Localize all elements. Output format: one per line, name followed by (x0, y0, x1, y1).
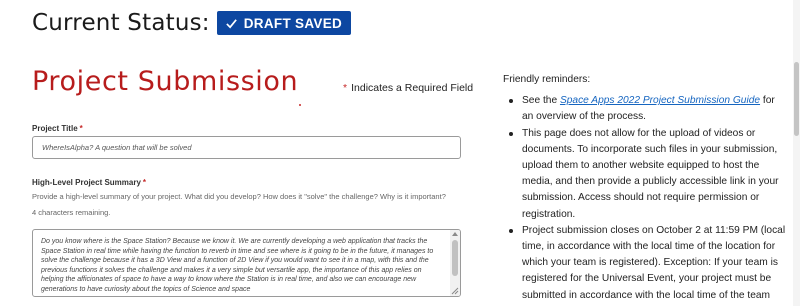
required-star: * (142, 178, 147, 187)
page-scrollbar[interactable] (793, 0, 800, 306)
summary-textarea-text[interactable]: Do you know where is the Space Station? … (41, 237, 446, 295)
submission-guide-link[interactable]: Space Apps 2022 Project Submission Guide (560, 95, 760, 106)
required-field-note: * Indicates a Required Field (343, 82, 473, 94)
reminder-item: This page does not allow for the upload … (503, 126, 788, 223)
required-star: * (79, 124, 83, 133)
textarea-scroll-thumb[interactable] (452, 240, 458, 276)
status-badge-text: DRAFT SAVED (243, 15, 343, 31)
reminder-text: See the (522, 95, 560, 107)
required-star: * (343, 82, 348, 94)
summary-textarea[interactable]: Do you know where is the Space Station? … (32, 229, 461, 297)
summary-label: High-Level Project Summary * (32, 178, 146, 187)
page-scroll-thumb[interactable] (794, 62, 799, 136)
reminders-heading: Friendly reminders: (503, 74, 591, 85)
project-title-label-text: Project Title (32, 124, 78, 133)
scroll-up-arrow-icon[interactable] (452, 232, 458, 236)
characters-remaining: 4 characters remaining. (32, 208, 111, 217)
project-title-label: Project Title * (32, 124, 83, 133)
required-note-text: Indicates a Required Field (351, 82, 474, 94)
page-title: Project Submission (32, 66, 299, 97)
reminder-item: Project submission closes on October 2 a… (503, 223, 788, 306)
decorative-dot (299, 104, 301, 106)
project-title-input[interactable] (32, 136, 461, 159)
status-badge: DRAFT SAVED (216, 11, 352, 35)
status-label: Current Status: (32, 10, 210, 36)
reminders-list: See the Space Apps 2022 Project Submissi… (503, 93, 788, 306)
resize-handle-icon[interactable] (451, 287, 459, 295)
reminder-item: See the Space Apps 2022 Project Submissi… (503, 93, 788, 125)
friendly-reminders: Friendly reminders: See the Space Apps 2… (503, 72, 788, 306)
summary-label-text: High-Level Project Summary (32, 178, 141, 187)
status-row: Current Status: DRAFT SAVED (32, 10, 352, 36)
summary-helper-text: Provide a high-level summary of your pro… (32, 192, 446, 201)
check-icon (226, 18, 237, 28)
